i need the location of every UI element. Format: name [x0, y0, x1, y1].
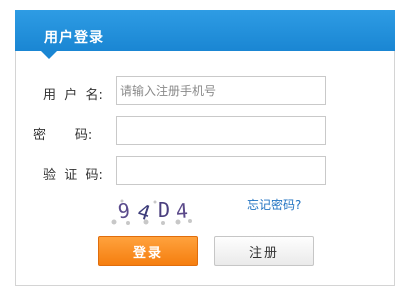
captcha-input[interactable]	[116, 156, 326, 185]
register-button[interactable]: 注册	[214, 236, 314, 266]
password-label: 密 码:	[33, 128, 93, 143]
svg-text:4: 4	[175, 198, 189, 223]
username-label: 用 户 名:	[43, 88, 103, 103]
login-button[interactable]: 登录	[98, 236, 198, 266]
forgot-password-link[interactable]: 忘记密码?	[247, 196, 301, 213]
login-panel	[15, 10, 395, 286]
svg-text:9: 9	[117, 198, 131, 223]
page-title: 用户登录	[44, 30, 104, 46]
password-input[interactable]	[116, 116, 326, 145]
captcha-label: 验 证 码:	[43, 168, 103, 183]
captcha-image[interactable]: 9 4 D 4	[108, 196, 196, 226]
svg-text:D: D	[158, 198, 170, 222]
header-notch	[41, 51, 57, 59]
username-input[interactable]	[116, 76, 326, 105]
